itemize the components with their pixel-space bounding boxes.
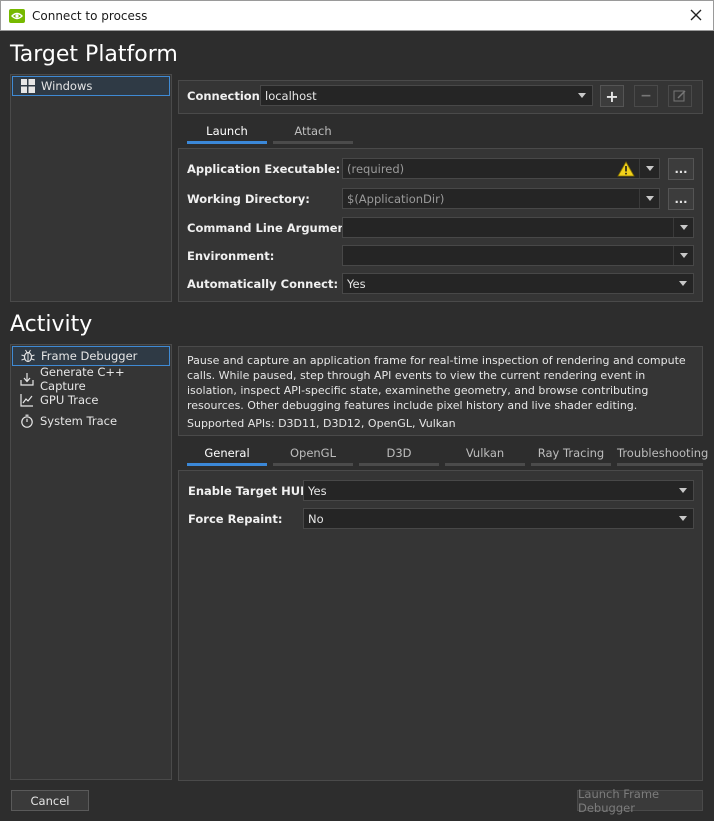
auto-connect-value: Yes: [347, 276, 366, 291]
tab-ray-tracing[interactable]: Ray Tracing: [531, 444, 611, 466]
cancel-button[interactable]: Cancel: [11, 790, 89, 811]
work-dir-browse-button[interactable]: ...: [668, 188, 694, 210]
activity-list: Frame Debugger Generate C++ Capture GPU …: [10, 344, 172, 780]
stopwatch-icon: [21, 414, 33, 428]
chart-icon: [20, 394, 33, 407]
window-title: Connect to process: [32, 9, 148, 23]
work-dir-label: Working Directory:: [187, 192, 310, 206]
minus-icon: −: [640, 88, 652, 104]
tab-vulkan[interactable]: Vulkan: [445, 444, 525, 466]
tab-attach[interactable]: Attach: [273, 122, 353, 144]
force-repaint-select[interactable]: No: [303, 508, 694, 529]
activity-item-label: Frame Debugger: [41, 349, 138, 363]
auto-connect-label: Automatically Connect:: [187, 277, 339, 291]
chevron-down-icon: [639, 159, 659, 178]
activity-description: Pause and capture an application frame f…: [187, 354, 686, 412]
platform-list: Windows: [10, 74, 172, 302]
tab-launch[interactable]: Launch: [187, 122, 267, 144]
cmd-args-label: Command Line Arguments:: [187, 221, 363, 235]
chevron-down-icon: [673, 509, 693, 528]
add-connection-button[interactable]: +: [600, 85, 624, 107]
work-dir-value: $(ApplicationDir): [347, 191, 445, 206]
bug-icon: [21, 349, 35, 363]
activity-item-label: GPU Trace: [40, 393, 99, 407]
target-platform-heading: Target Platform: [10, 42, 178, 67]
supported-apis: Supported APIs: D3D11, D3D12, OpenGL, Vu…: [187, 417, 456, 430]
title-bar: Connect to process: [0, 0, 714, 31]
auto-connect-select[interactable]: Yes: [342, 273, 694, 294]
target-hud-select[interactable]: Yes: [303, 480, 694, 501]
activity-heading: Activity: [10, 312, 93, 337]
launch-button[interactable]: Launch Frame Debugger: [577, 787, 703, 815]
tab-d3d[interactable]: D3D: [359, 444, 439, 466]
browse-label: ...: [674, 162, 688, 176]
activity-item-label: System Trace: [40, 414, 118, 428]
tab-troubleshooting[interactable]: Troubleshooting: [617, 444, 708, 466]
chevron-down-icon: [639, 189, 659, 208]
nvidia-logo-icon: [9, 9, 25, 23]
edit-connection-button[interactable]: [668, 85, 692, 107]
environment-input[interactable]: [342, 245, 694, 266]
chevron-down-icon: [673, 274, 693, 293]
platform-item-label: Windows: [41, 79, 93, 93]
target-hud-label: Enable Target HUD:: [188, 484, 315, 498]
browse-label: ...: [674, 192, 688, 206]
cmd-args-input[interactable]: [342, 217, 694, 238]
app-exe-input[interactable]: (required): [342, 158, 660, 179]
chevron-down-icon: [673, 481, 693, 500]
chevron-down-icon: [673, 218, 693, 237]
activity-item-generate-cpp-capture[interactable]: Generate C++ Capture: [12, 365, 170, 393]
app-exe-placeholder: (required): [347, 161, 405, 176]
chevron-down-icon: [673, 246, 693, 265]
connection-label: Connection:: [187, 89, 265, 103]
windows-icon: [21, 79, 35, 93]
activity-item-frame-debugger[interactable]: Frame Debugger: [12, 346, 170, 366]
activity-item-system-trace[interactable]: System Trace: [12, 411, 170, 431]
tab-opengl[interactable]: OpenGL: [273, 444, 353, 466]
connection-select[interactable]: localhost: [260, 85, 593, 106]
export-icon: [20, 373, 34, 386]
remove-connection-button[interactable]: −: [634, 85, 658, 107]
activity-item-gpu-trace[interactable]: GPU Trace: [12, 390, 170, 410]
warning-icon: [617, 160, 635, 176]
tab-general[interactable]: General: [187, 444, 267, 466]
edit-icon: [673, 90, 686, 102]
work-dir-input[interactable]: $(ApplicationDir): [342, 188, 660, 209]
connection-value: localhost: [265, 88, 317, 103]
platform-item-windows[interactable]: Windows: [12, 76, 170, 96]
plus-icon: +: [605, 86, 619, 106]
force-repaint-value: No: [308, 511, 324, 526]
app-exe-browse-button[interactable]: ...: [668, 158, 694, 180]
target-hud-value: Yes: [308, 483, 327, 498]
activity-item-label: Generate C++ Capture: [40, 365, 125, 393]
chevron-down-icon: [572, 86, 592, 105]
environment-label: Environment:: [187, 249, 275, 263]
close-icon[interactable]: [687, 6, 705, 24]
force-repaint-label: Force Repaint:: [188, 512, 283, 526]
app-exe-label: Application Executable:: [187, 162, 341, 176]
